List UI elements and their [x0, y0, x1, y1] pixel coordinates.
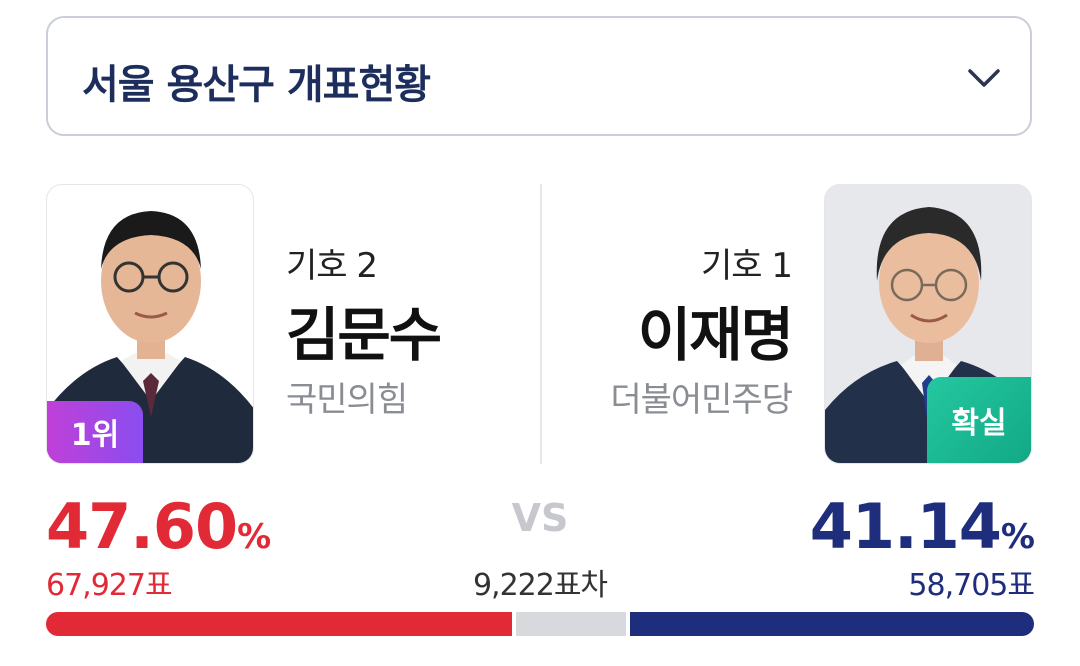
candidate-photo-left[interactable]: 1위	[46, 184, 254, 464]
percent-right-unit: %	[1000, 517, 1035, 557]
candidate-party-right: 더불어민주당	[610, 380, 793, 420]
region-dropdown[interactable]: 서울 용산구 개표현황	[46, 16, 1032, 136]
candidate-party-left: 국민의힘	[286, 380, 408, 420]
percent-left-unit: %	[237, 517, 271, 557]
bar-segment-left	[46, 612, 512, 636]
percent-right-value: 41.14	[809, 490, 1002, 563]
percent-left: 47.60%	[46, 490, 271, 563]
confirmed-badge: 확실	[927, 377, 1031, 463]
bar-segment-right	[630, 612, 1034, 636]
candidate-name-left: 김문수	[286, 301, 442, 369]
result-bar	[46, 612, 1034, 636]
rank-badge: 1위	[47, 401, 143, 463]
percent-right: 41.14%	[809, 490, 1035, 563]
candidate-photo-right[interactable]: 확실	[824, 184, 1032, 464]
percent-left-value: 47.60	[46, 490, 238, 563]
candidate-name-right: 이재명	[637, 301, 794, 369]
divider	[540, 184, 542, 464]
vote-difference: 9,222표차	[472, 568, 608, 603]
chevron-down-icon[interactable]	[964, 58, 1004, 98]
vs-label: VS	[511, 496, 569, 540]
candidate-number-left: 기호 2	[286, 246, 378, 286]
bar-segment-other	[516, 612, 626, 636]
votes-right: 58,705표	[908, 568, 1035, 603]
votes-left: 67,927표	[46, 568, 173, 603]
candidate-number-right: 기호 1	[701, 246, 793, 286]
page-title: 서울 용산구 개표현황	[82, 62, 431, 108]
